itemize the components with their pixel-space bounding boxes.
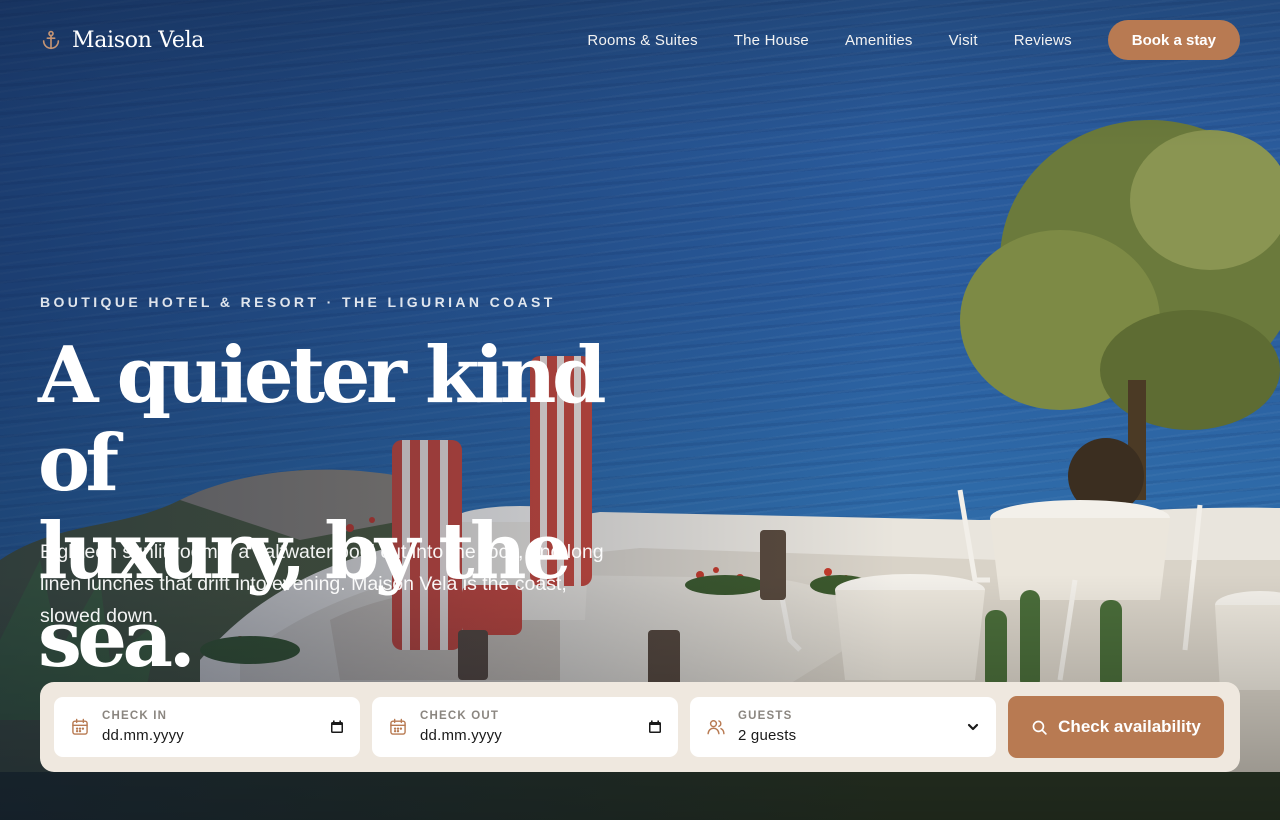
check-out-label: CHECK OUT [420, 710, 500, 722]
primary-nav: Rooms & Suites The House Amenities Visit… [587, 32, 1071, 49]
date-picker-icon[interactable] [330, 720, 344, 734]
nav-link-visit[interactable]: Visit [949, 32, 978, 49]
nav-link-reviews[interactable]: Reviews [1014, 32, 1072, 49]
calendar-icon [72, 718, 88, 735]
check-availability-button[interactable]: Check availability [1008, 696, 1224, 758]
anchor-icon [42, 30, 60, 50]
nav-link-the-house[interactable]: The House [734, 32, 809, 49]
check-out-body: CHECK OUT dd.mm.yyyy [420, 710, 640, 744]
brand-logo[interactable]: Maison Vela [40, 28, 204, 53]
check-out-field[interactable]: CHECK OUT dd.mm.yyyy [372, 697, 678, 757]
check-in-body: CHECK IN dd.mm.yyyy [102, 710, 322, 744]
check-in-field[interactable]: CHECK IN dd.mm.yyyy [54, 697, 360, 757]
check-in-input[interactable]: dd.mm.yyyy [102, 727, 322, 744]
search-icon [1032, 720, 1047, 735]
guests-label: GUESTS [738, 710, 793, 722]
hero-lede: Eighteen sunlit rooms, a saltwater pool … [40, 541, 604, 627]
guests-select[interactable]: 2 guests [738, 727, 958, 744]
users-icon [707, 720, 725, 735]
booking-bar: CHECK IN dd.mm.yyyy CHECK OUT dd.mm.yyyy [40, 682, 1240, 772]
date-picker-icon[interactable] [648, 720, 662, 734]
headline-line-1: A quieter kind of [38, 330, 607, 509]
check-out-input[interactable]: dd.mm.yyyy [420, 727, 640, 744]
nav-link-amenities[interactable]: Amenities [845, 32, 913, 49]
site-header: Maison Vela Rooms & Suites The House Ame… [40, 20, 1240, 60]
brand-name: Maison Vela [72, 27, 205, 53]
check-availability-label: Check availability [1058, 717, 1201, 736]
calendar-icon [390, 718, 406, 735]
guests-field[interactable]: GUESTS 2 guests [690, 697, 996, 757]
guests-body: GUESTS 2 guests [738, 710, 958, 744]
nav-link-rooms-suites[interactable]: Rooms & Suites [587, 32, 697, 49]
check-in-label: CHECK IN [102, 710, 168, 722]
chevron-down-icon[interactable] [966, 720, 980, 734]
hero-eyebrow: BOUTIQUE HOTEL & RESORT · THE LIGURIAN C… [40, 294, 556, 310]
book-a-stay-button[interactable]: Book a stay [1107, 20, 1240, 60]
